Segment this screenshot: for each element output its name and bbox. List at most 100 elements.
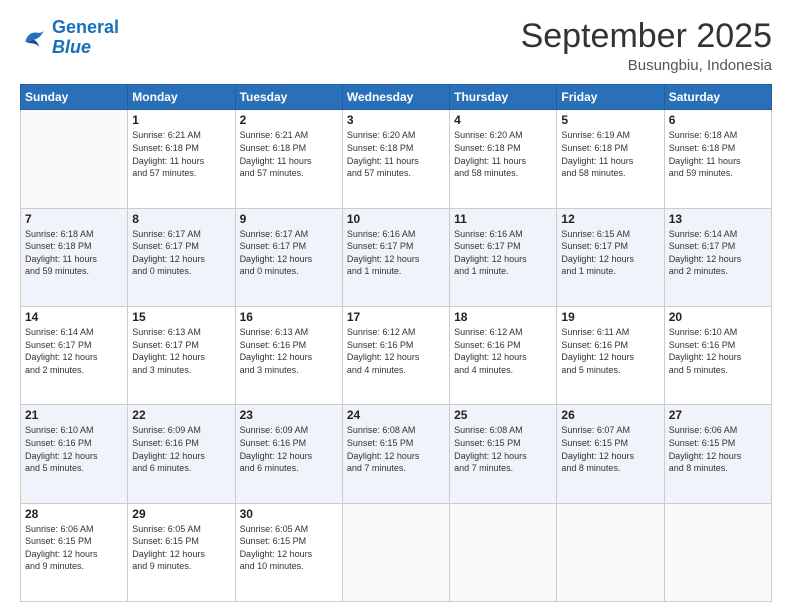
day-number: 17 [347,310,445,324]
day-number: 4 [454,113,552,127]
day-info: Sunrise: 6:09 AMSunset: 6:16 PMDaylight:… [240,424,338,474]
calendar-cell: 12 Sunrise: 6:15 AMSunset: 6:17 PMDayligh… [557,208,664,306]
day-number: 25 [454,408,552,422]
calendar-cell: 18Sunrise: 6:12 AMSunset: 6:16 PMDayligh… [450,307,557,405]
calendar-cell: 8 Sunrise: 6:17 AMSunset: 6:17 PMDaylight… [128,208,235,306]
day-info: Sunrise: 6:21 AMSunset: 6:18 PMDaylight:… [240,129,338,179]
day-number: 11 [454,212,552,226]
logo-text: General Blue [52,18,119,58]
location-subtitle: Busungbiu, Indonesia [521,57,772,74]
calendar-cell: 29 Sunrise: 6:05 AMSunset: 6:15 PMDayligh… [128,503,235,601]
page: General Blue September 2025 Busungbiu, I… [0,0,792,612]
calendar-cell: 26 Sunrise: 6:07 AMSunset: 6:15 PMDayligh… [557,405,664,503]
calendar-cell: 10 Sunrise: 6:16 AMSunset: 6:17 PMDayligh… [342,208,449,306]
calendar-table: Sunday Monday Tuesday Wednesday Thursday… [20,84,772,602]
calendar-cell [450,503,557,601]
col-saturday: Saturday [664,85,771,110]
day-info: Sunrise: 6:08 AMSunset: 6:15 PMDaylight:… [454,424,552,474]
day-number: 14 [25,310,123,324]
calendar-cell: 28Sunrise: 6:06 AMSunset: 6:15 PMDayligh… [21,503,128,601]
day-info: Sunrise: 6:16 AMSunset: 6:17 PMDaylight:… [454,228,552,278]
calendar-cell: 5 Sunrise: 6:19 AMSunset: 6:18 PMDaylight… [557,110,664,208]
day-info: Sunrise: 6:16 AMSunset: 6:17 PMDaylight:… [347,228,445,278]
title-block: September 2025 Busungbiu, Indonesia [521,18,772,74]
calendar-cell: 4 Sunrise: 6:20 AMSunset: 6:18 PMDaylight… [450,110,557,208]
month-title: September 2025 [521,18,772,55]
day-number: 20 [669,310,767,324]
calendar-cell: 24 Sunrise: 6:08 AMSunset: 6:15 PMDayligh… [342,405,449,503]
day-info: Sunrise: 6:21 AMSunset: 6:18 PMDaylight:… [132,129,230,179]
day-info: Sunrise: 6:12 AMSunset: 6:16 PMDaylight:… [347,326,445,376]
day-info: Sunrise: 6:05 AMSunset: 6:15 PMDaylight:… [240,523,338,573]
calendar-cell: 20Sunrise: 6:10 AMSunset: 6:16 PMDayligh… [664,307,771,405]
calendar-cell [664,503,771,601]
day-info: Sunrise: 6:15 AMSunset: 6:17 PMDaylight:… [561,228,659,278]
day-number: 13 [669,212,767,226]
day-number: 29 [132,507,230,521]
day-number: 5 [561,113,659,127]
day-info: Sunrise: 6:17 AMSunset: 6:17 PMDaylight:… [132,228,230,278]
calendar-cell: 19Sunrise: 6:11 AMSunset: 6:16 PMDayligh… [557,307,664,405]
day-number: 3 [347,113,445,127]
day-number: 24 [347,408,445,422]
day-info: Sunrise: 6:09 AMSunset: 6:16 PMDaylight:… [132,424,230,474]
day-number: 2 [240,113,338,127]
calendar-cell [342,503,449,601]
calendar-week-5: 28Sunrise: 6:06 AMSunset: 6:15 PMDayligh… [21,503,772,601]
col-tuesday: Tuesday [235,85,342,110]
day-info: Sunrise: 6:06 AMSunset: 6:15 PMDaylight:… [669,424,767,474]
calendar-cell [21,110,128,208]
day-number: 15 [132,310,230,324]
calendar-cell: 16Sunrise: 6:13 AMSunset: 6:16 PMDayligh… [235,307,342,405]
calendar-cell: 9Sunrise: 6:17 AMSunset: 6:17 PMDaylight… [235,208,342,306]
col-wednesday: Wednesday [342,85,449,110]
day-number: 21 [25,408,123,422]
day-number: 7 [25,212,123,226]
logo: General Blue [20,18,119,58]
day-number: 8 [132,212,230,226]
calendar-cell: 30 Sunrise: 6:05 AMSunset: 6:15 PMDayligh… [235,503,342,601]
day-info: Sunrise: 6:07 AMSunset: 6:15 PMDaylight:… [561,424,659,474]
day-number: 22 [132,408,230,422]
col-monday: Monday [128,85,235,110]
calendar-week-3: 14 Sunrise: 6:14 AMSunset: 6:17 PMDayligh… [21,307,772,405]
day-info: Sunrise: 6:05 AMSunset: 6:15 PMDaylight:… [132,523,230,573]
calendar-cell [557,503,664,601]
calendar-header-row: Sunday Monday Tuesday Wednesday Thursday… [21,85,772,110]
calendar-cell: 14 Sunrise: 6:14 AMSunset: 6:17 PMDayligh… [21,307,128,405]
day-number: 10 [347,212,445,226]
calendar-cell: 25 Sunrise: 6:08 AMSunset: 6:15 PMDayligh… [450,405,557,503]
calendar-cell: 17 Sunrise: 6:12 AMSunset: 6:16 PMDayligh… [342,307,449,405]
day-info: Sunrise: 6:13 AMSunset: 6:17 PMDaylight:… [132,326,230,376]
col-sunday: Sunday [21,85,128,110]
day-info: Sunrise: 6:18 AMSunset: 6:18 PMDaylight:… [25,228,123,278]
calendar-week-4: 21 Sunrise: 6:10 AMSunset: 6:16 PMDayligh… [21,405,772,503]
day-info: Sunrise: 6:19 AMSunset: 6:18 PMDaylight:… [561,129,659,179]
day-number: 1 [132,113,230,127]
day-info: Sunrise: 6:10 AMSunset: 6:16 PMDaylight:… [25,424,123,474]
day-number: 26 [561,408,659,422]
day-number: 6 [669,113,767,127]
day-info: Sunrise: 6:20 AMSunset: 6:18 PMDaylight:… [347,129,445,179]
calendar-cell: 6 Sunrise: 6:18 AMSunset: 6:18 PMDaylight… [664,110,771,208]
day-info: Sunrise: 6:14 AMSunset: 6:17 PMDaylight:… [25,326,123,376]
calendar-cell: 11 Sunrise: 6:16 AMSunset: 6:17 PMDayligh… [450,208,557,306]
day-number: 12 [561,212,659,226]
day-number: 23 [240,408,338,422]
calendar-cell: 21 Sunrise: 6:10 AMSunset: 6:16 PMDayligh… [21,405,128,503]
calendar-cell: 1 Sunrise: 6:21 AMSunset: 6:18 PMDaylight… [128,110,235,208]
day-number: 30 [240,507,338,521]
col-thursday: Thursday [450,85,557,110]
day-number: 19 [561,310,659,324]
day-number: 9 [240,212,338,226]
day-number: 18 [454,310,552,324]
calendar-week-1: 1 Sunrise: 6:21 AMSunset: 6:18 PMDaylight… [21,110,772,208]
day-info: Sunrise: 6:20 AMSunset: 6:18 PMDaylight:… [454,129,552,179]
calendar-cell: 22 Sunrise: 6:09 AMSunset: 6:16 PMDayligh… [128,405,235,503]
day-info: Sunrise: 6:08 AMSunset: 6:15 PMDaylight:… [347,424,445,474]
calendar-cell: 2 Sunrise: 6:21 AMSunset: 6:18 PMDaylight… [235,110,342,208]
calendar-cell: 7 Sunrise: 6:18 AMSunset: 6:18 PMDaylight… [21,208,128,306]
day-info: Sunrise: 6:14 AMSunset: 6:17 PMDaylight:… [669,228,767,278]
calendar-week-2: 7 Sunrise: 6:18 AMSunset: 6:18 PMDaylight… [21,208,772,306]
day-info: Sunrise: 6:18 AMSunset: 6:18 PMDaylight:… [669,129,767,179]
